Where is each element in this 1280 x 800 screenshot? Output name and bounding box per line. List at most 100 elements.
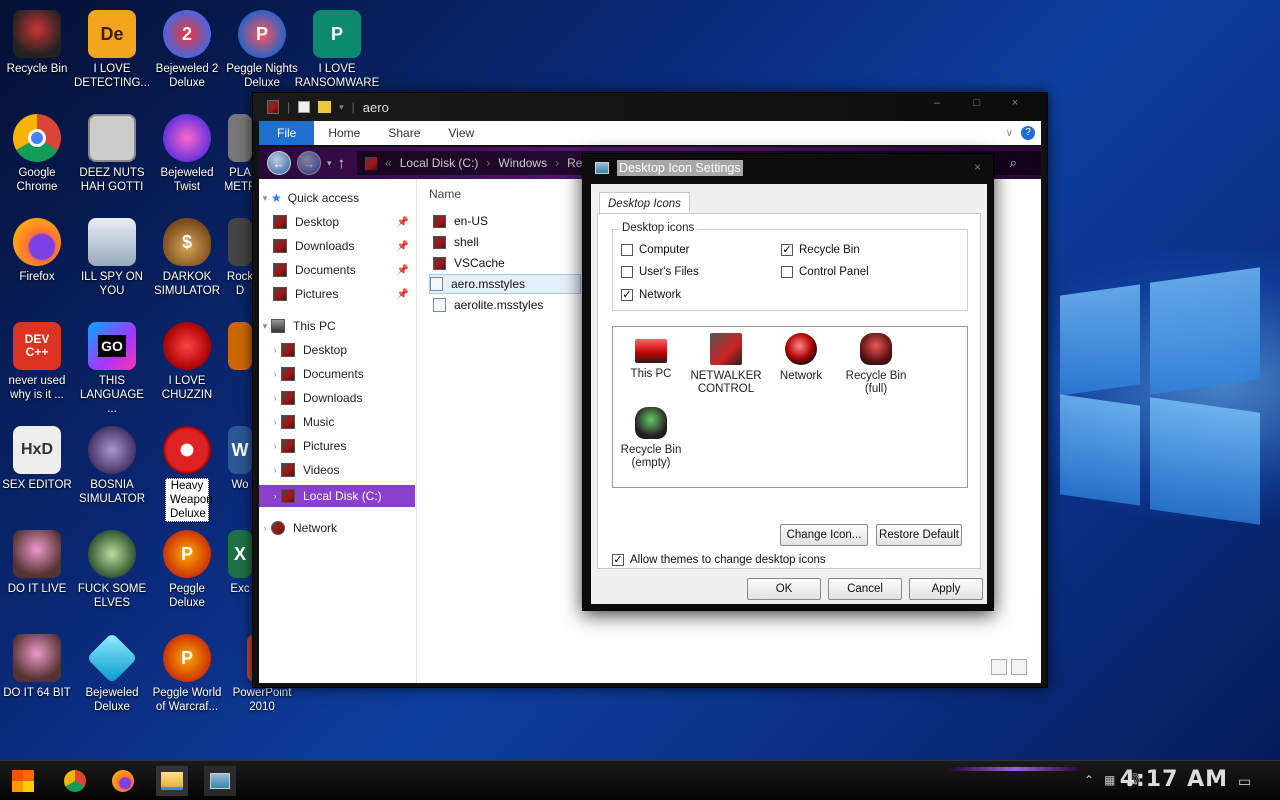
chevron-right-icon[interactable]: › [555,156,559,170]
close-button[interactable]: × [1001,97,1029,115]
word-shortcut[interactable]: W Wo [225,426,255,492]
back-button[interactable]: ← [267,151,291,175]
expand-arrow-icon[interactable]: › [269,369,281,379]
show-hidden-icons-icon[interactable]: ⌃ [1084,773,1094,787]
tab-view[interactable]: View [434,121,488,145]
nav-quick-downloads[interactable]: Downloads 📌 [259,235,415,257]
icon-recycle-bin-empty[interactable]: Recycle Bin (empty) [616,407,686,470]
clock[interactable]: 4:17 AM [1120,767,1228,792]
excel-shortcut[interactable]: X Exc [225,530,255,596]
expand-ribbon-icon[interactable]: ∨ [1006,128,1013,139]
tab-desktop-icons[interactable]: Desktop Icons [599,192,690,214]
close-button[interactable]: × [974,160,981,174]
peggle-wow-shortcut[interactable]: P Peggle World of Warcraf... [150,634,224,714]
taskbar-desktop-icon-settings[interactable] [204,766,236,796]
bejeweled-twist-shortcut[interactable]: Bejeweled Twist [150,114,224,194]
apply-button[interactable]: Apply [909,578,983,600]
maximize-button[interactable]: □ [963,97,991,115]
nav-quick-documents[interactable]: Documents 📌 [259,259,415,281]
change-icon-button[interactable]: Change Icon... [780,524,868,546]
nav-pc-pictures[interactable]: › Pictures [259,435,415,457]
do-it-live-shortcut[interactable]: DO IT LIVE [0,530,74,596]
large-icons-view-button[interactable] [1011,659,1027,675]
action-center-icon[interactable]: ▭ [1238,773,1251,790]
list-item[interactable]: en-US [433,211,498,231]
recycle-bin-checkbox[interactable]: ✓ Recycle Bin [781,244,860,256]
expand-arrow-icon[interactable]: › [269,441,281,451]
bejeweled2-shortcut[interactable]: 2 Bejeweled 2 Deluxe [150,10,224,90]
nav-pc-documents[interactable]: › Documents [259,363,415,385]
ok-button[interactable]: OK [747,578,821,600]
checkbox-box[interactable]: ✓ [612,554,624,566]
breadcrumb-item[interactable]: Re [567,156,582,170]
checkbox-box[interactable] [621,244,633,256]
computer-checkbox[interactable]: Computer [621,244,690,256]
shortcut-rename-field[interactable]: Heavy Weapon Deluxe [165,478,213,522]
recycle-bin-shortcut[interactable]: Recycle Bin [0,10,74,76]
nav-quick-pictures[interactable]: Pictures 📌 [259,283,415,305]
partial-shortcut[interactable] [225,322,255,374]
icon-netwalker-control[interactable]: NETWALKER CONTROL [690,333,762,396]
chrome-shortcut[interactable]: Google Chrome [0,114,74,194]
bejeweled-deluxe-shortcut[interactable]: Bejeweled Deluxe [75,632,149,714]
taskbar-firefox[interactable] [108,766,138,796]
peggle-deluxe-shortcut[interactable]: P Peggle Deluxe [150,530,224,610]
spy-shortcut[interactable]: ILL SPY ON YOU [75,218,149,298]
restore-default-button[interactable]: Restore Default [876,524,962,546]
allow-themes-checkbox[interactable]: ✓ Allow themes to change desktop icons [612,554,826,566]
detecting-shortcut[interactable]: De I LOVE DETECTING... [74,10,150,90]
bosnia-shortcut[interactable]: BOSNIA SIMULATOR [75,426,149,506]
pin-icon[interactable]: 📌 [397,289,409,300]
expand-arrow-icon[interactable]: › [259,523,271,533]
expand-arrow-icon[interactable]: › [269,417,281,427]
nav-local-disk[interactable]: › Local Disk (C:) [259,485,415,507]
nav-network[interactable]: › Network [259,517,415,539]
properties-icon[interactable] [298,101,311,113]
details-view-button[interactable] [991,659,1007,675]
network-checkbox[interactable]: ✓ Network [621,289,681,301]
recent-dropdown-icon[interactable]: ▾ [327,158,332,169]
tab-file[interactable]: File [259,121,315,145]
pla-metr-shortcut[interactable]: PLA METR [225,114,255,194]
expand-arrow-icon[interactable]: › [269,393,281,403]
nav-quick-access[interactable]: ▾ ★ Quick access [259,187,415,209]
list-item[interactable]: aerolite.msstyles [433,295,553,315]
expand-arrow-icon[interactable]: ▾ [259,193,271,204]
new-folder-icon[interactable] [318,101,332,113]
elves-shortcut[interactable]: FUCK SOME ELVES [75,530,149,610]
checkbox-box[interactable] [781,266,793,278]
nav-this-pc[interactable]: ▾ This PC [259,315,415,337]
help-icon[interactable]: ? [1021,126,1035,140]
nav-pc-videos[interactable]: › Videos [259,459,415,481]
expand-arrow-icon[interactable]: › [269,465,281,475]
cancel-button[interactable]: Cancel [828,578,902,600]
pin-icon[interactable]: 📌 [397,241,409,252]
checkbox-box[interactable] [621,266,633,278]
goland-shortcut[interactable]: GO THIS LANGUAGE ... [75,322,149,416]
do-it-64-shortcut[interactable]: DO IT 64 BIT [0,634,74,700]
ransomware-shortcut[interactable]: P I LOVE RANSOMWARE [295,10,379,90]
up-button[interactable]: ↑ [338,155,346,172]
breadcrumb-item[interactable]: Local Disk (C:) [400,156,479,170]
tab-share[interactable]: Share [374,121,434,145]
taskbar-explorer[interactable] [156,766,188,796]
control-panel-checkbox[interactable]: Control Panel [781,266,869,278]
dialog-titlebar[interactable]: Desktop Icon Settings [583,154,993,182]
network-tray-icon[interactable]: ▦ [1104,773,1115,787]
checkbox-box[interactable]: ✓ [781,244,793,256]
pin-icon[interactable]: 📌 [397,265,409,276]
list-item[interactable]: shell [433,232,489,252]
expand-arrow-icon[interactable]: › [269,491,281,501]
hxd-shortcut[interactable]: HxD SEX EDITOR [0,426,74,492]
search-icon[interactable]: ⌕ [1010,155,1017,171]
tab-home[interactable]: Home [314,121,374,145]
heavy-weapon-shortcut[interactable]: Heavy Weapon Deluxe [150,426,224,522]
minimize-button[interactable]: – [923,97,951,115]
nav-pc-desktop[interactable]: › Desktop [259,339,415,361]
list-item[interactable]: VSCache [433,253,515,273]
desktop-icon-settings-dialog[interactable]: Desktop Icon Settings × Desktop Icons De… [582,153,994,611]
checkbox-box[interactable]: ✓ [621,289,633,301]
chevron-right-icon[interactable]: › [486,156,490,170]
nav-pc-music[interactable]: › Music [259,411,415,433]
taskbar-chrome[interactable] [60,766,90,796]
